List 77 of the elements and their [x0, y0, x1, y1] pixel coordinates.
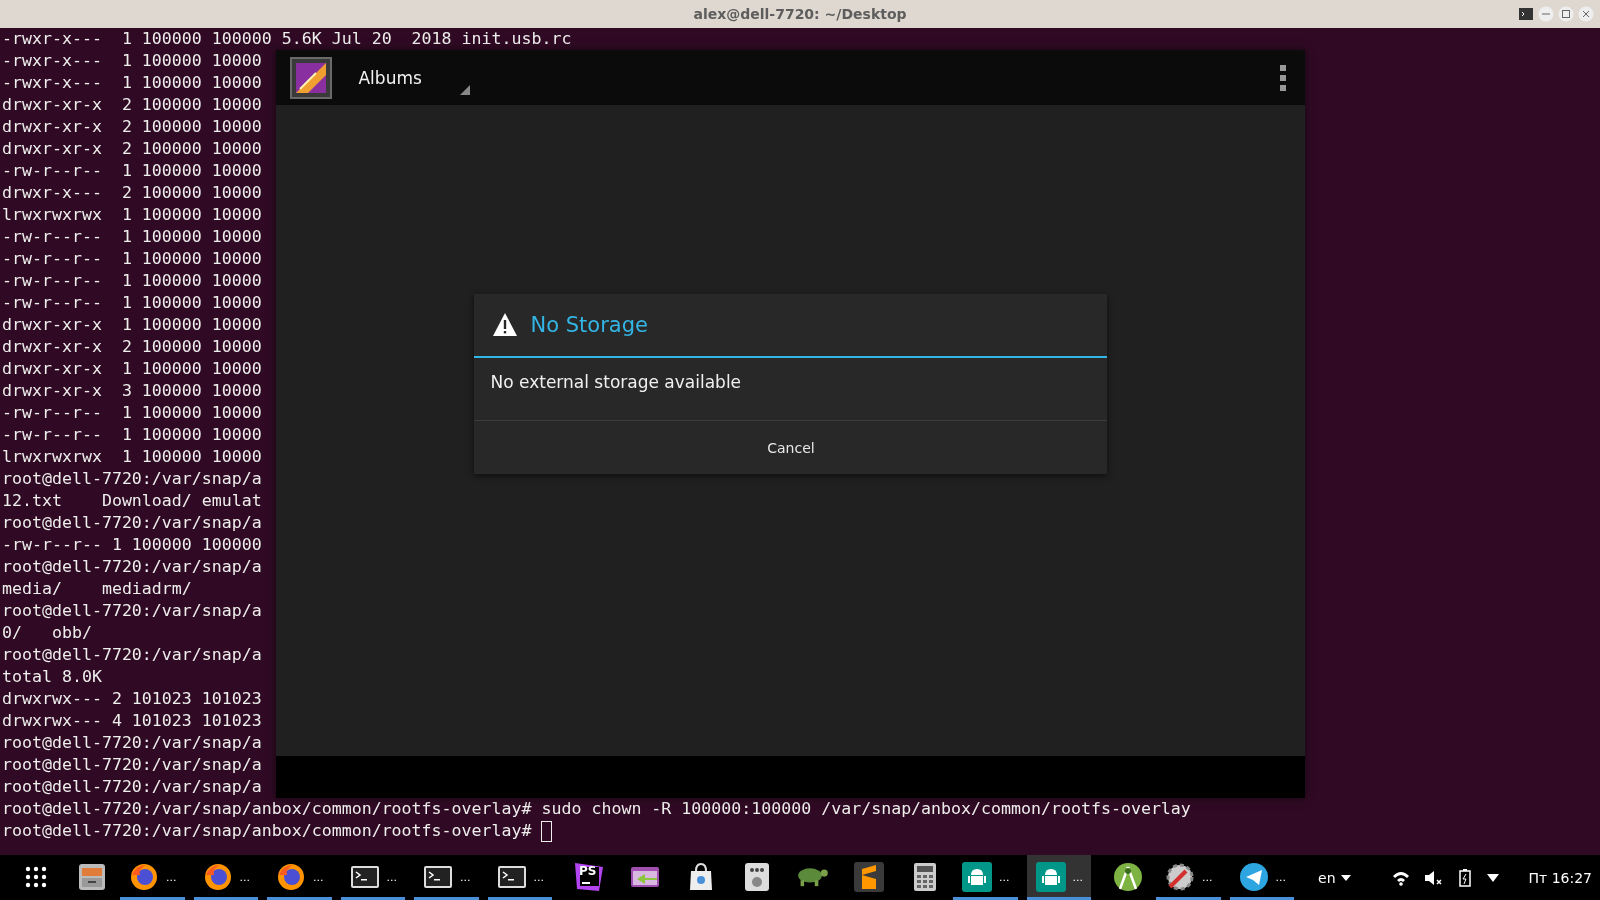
terminal-line: root@dell-7720:/var/snap/a	[2, 600, 262, 622]
taskbar-item[interactable]: ...	[340, 855, 405, 900]
terminal-line: drwxrwx--- 4 101023 101023	[2, 710, 262, 732]
albums-dropdown[interactable]: Albums	[358, 50, 471, 105]
terminal-line: root@dell-7720:/var/snap/a	[2, 776, 262, 798]
terminal-line: -rw-r--r-- 1 100000 10000	[2, 270, 262, 292]
browser-icon	[275, 861, 307, 893]
taskbar-item[interactable]: ...	[193, 855, 258, 900]
taskbar-item[interactable]: ...	[414, 855, 479, 900]
minimize-icon	[1538, 6, 1554, 22]
terminal-line: drwxr-xr-x 2 100000 10000	[2, 138, 262, 160]
taskbar-item[interactable]: ...	[1156, 855, 1221, 900]
close-icon	[1578, 6, 1594, 22]
terminal-line: media/ mediadrm/	[2, 578, 192, 600]
terminal-line: 0/ obb/	[2, 622, 92, 644]
terminal-line: -rw-r--r-- 1 100000 10000	[2, 248, 262, 270]
terminal-line: drwxr-xr-x 2 100000 10000	[2, 116, 262, 138]
terminal-line: -rw-r--r-- 1 100000 10000	[2, 402, 262, 424]
terminal-line: 12.txt Download/ emulat	[2, 490, 262, 512]
terminal-line: -rwxr-x--- 1 100000 100000 5.6K Jul 20 2018 init.usb.rc	[2, 28, 572, 50]
terminal-line: drwxr-xr-x 1 100000 10000	[2, 314, 262, 336]
taskbar-item[interactable]: ...	[1229, 855, 1294, 900]
overflow-menu-icon	[1279, 64, 1288, 91]
terminal-line: -rwxr-x--- 1 100000 10000	[2, 50, 262, 72]
browser-icon	[128, 861, 160, 893]
terminal-line: -rwxr-x--- 1 100000 10000	[2, 72, 262, 94]
terminal-line: root@dell-7720:/var/snap/anbox/common/rootfs-overlay#	[2, 821, 533, 840]
terminal-line: root@dell-7720:/var/snap/a	[2, 732, 262, 754]
terminal-line: root@dell-7720:/var/snap/anbox/common/rootfs-overlay# sudo chown -R 100000:100000 /var/snap/anbox/common/rootfs-overlay	[2, 798, 1191, 820]
terminal-line: -rw-r--r-- 1 100000 10000	[2, 292, 262, 314]
terminal-line: -rw-r--r-- 1 100000 100000	[2, 534, 262, 556]
terminal-line: lrwxrwxrwx 1 100000 10000	[2, 446, 262, 468]
phpstorm-icon: PS	[573, 861, 605, 893]
taskbar-item[interactable]: ...	[1026, 855, 1091, 900]
taskbar-item[interactable]: ...	[487, 855, 552, 900]
window-title: alex@dell-7720: ~/Desktop	[693, 6, 907, 22]
compass-icon	[1112, 861, 1144, 893]
terminal-line: root@dell-7720:/var/snap/a	[2, 754, 262, 776]
terminal-icon	[1518, 6, 1534, 22]
terminal-line: -rw-r--r-- 1 100000 10000	[2, 226, 262, 248]
file-cabinet-icon	[76, 861, 108, 893]
dialog-message: No external storage available	[474, 358, 1108, 421]
android-icon	[1034, 861, 1067, 893]
caret-icon	[1340, 874, 1351, 881]
taskbar-item[interactable]: ...	[120, 855, 185, 900]
dialog-title: No Storage	[530, 313, 648, 337]
terminal-line: -rw-r--r-- 1 100000 10000	[2, 424, 262, 446]
terminal-line: root@dell-7720:/var/snap/a	[2, 556, 262, 578]
terminal-line: total 8.0K	[2, 666, 102, 688]
tools-icon	[1164, 861, 1196, 893]
warning-icon	[492, 312, 519, 338]
clock: Пт 16:27	[1528, 869, 1592, 886]
android-icon	[961, 861, 993, 893]
sublime-icon	[853, 861, 885, 893]
terminal-line: root@dell-7720:/var/snap/a	[2, 644, 262, 666]
terminal-line: drwxr-xr-x 3 100000 10000	[2, 380, 262, 402]
taskbar-item[interactable]: ...	[267, 855, 332, 900]
text-cursor	[541, 821, 553, 842]
maximize-icon	[1558, 6, 1574, 22]
terminal-line: root@dell-7720:/var/snap/a	[2, 468, 262, 490]
terminal-line: lrwxrwxrwx 1 100000 10000	[2, 204, 262, 226]
telegram-icon	[1237, 861, 1270, 893]
gallery-icon[interactable]	[290, 56, 333, 99]
terminal-line: drwxr-x--- 2 100000 10000	[2, 182, 262, 204]
language-selector[interactable]: en	[1312, 868, 1357, 887]
taskbar-item[interactable]: ...	[953, 855, 1018, 900]
terminal-line: root@dell-7720:/var/snap/a	[2, 512, 262, 534]
turtle-icon	[797, 866, 829, 888]
taskbar-item[interactable]: PS	[561, 855, 617, 900]
corner-triangle-icon	[460, 85, 471, 95]
cancel-button[interactable]: Cancel	[474, 421, 1108, 474]
caret-icon	[1486, 873, 1499, 882]
terminal-line: -rw-r--r-- 1 100000 10000	[2, 160, 262, 182]
terminal-line: drwxr-xr-x 2 100000 10000	[2, 94, 262, 116]
terminal-line: drwxrwx--- 2 101023 101023	[2, 688, 262, 710]
terminal-line: drwxr-xr-x 1 100000 10000	[2, 358, 262, 380]
terminal-line: drwxr-xr-x 2 100000 10000	[2, 336, 262, 358]
